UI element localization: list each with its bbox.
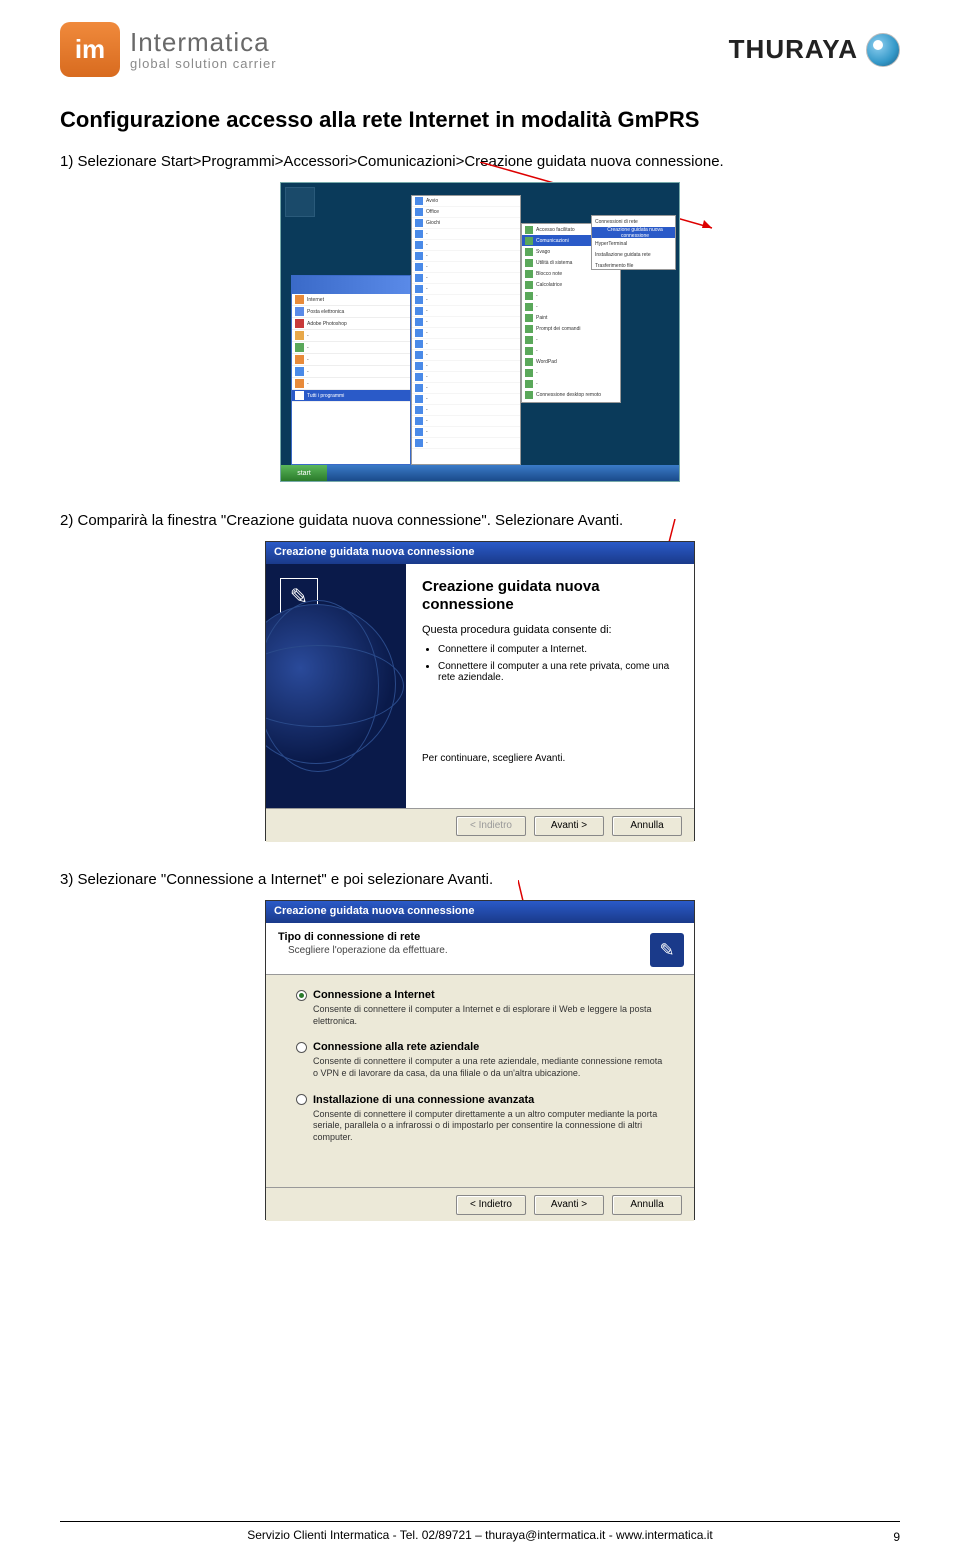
list-item[interactable]: Paint	[522, 312, 620, 323]
wizard-step-sub: Scegliere l'operazione da effettuare.	[288, 945, 682, 956]
radio-icon[interactable]	[296, 1094, 307, 1105]
list-item[interactable]: -	[412, 251, 520, 262]
page-number: 9	[893, 1530, 900, 1544]
page-header: im Intermatica global solution carrier T…	[60, 22, 900, 77]
list-item[interactable]: -	[522, 334, 620, 345]
start-menu-panel: Internet Posta elettronica Adobe Photosh…	[291, 275, 411, 465]
intermatica-logo: im Intermatica global solution carrier	[60, 22, 277, 77]
list-item[interactable]: HyperTerminal	[592, 238, 675, 249]
window-titlebar: Creazione guidata nuova connessione	[266, 542, 694, 564]
footer-text: Servizio Clienti Intermatica - Tel. 02/8…	[247, 1528, 712, 1542]
thuraya-globe-icon	[866, 33, 900, 67]
list-item[interactable]: -	[412, 361, 520, 372]
option-label: Installazione di una connessione avanzat…	[313, 1094, 534, 1106]
radio-icon[interactable]	[296, 1042, 307, 1053]
screenshot3-wrap: Creazione guidata nuova connessione Tipo…	[60, 900, 900, 1220]
list-item[interactable]: -	[412, 306, 520, 317]
wizard-subtext: Questa procedura guidata consente di:	[422, 624, 678, 636]
list-item[interactable]: -	[412, 416, 520, 427]
list-item[interactable]: -	[412, 328, 520, 339]
wizard-button-row: < Indietro Avanti > Annulla	[266, 1187, 694, 1221]
programs-submenu: Avvio Office Giochi - - - - - - - - - - …	[411, 195, 521, 465]
option-label: Connessione a Internet	[313, 989, 435, 1001]
wizard-continue-text: Per continuare, scegliere Avanti.	[422, 753, 678, 764]
intermatica-tagline: global solution carrier	[130, 57, 277, 71]
wizard-welcome-window: Creazione guidata nuova connessione ✎ Cr…	[265, 541, 695, 841]
back-button[interactable]: < Indietro	[456, 1195, 526, 1215]
list-item[interactable]: Installazione guidata rete	[592, 249, 675, 260]
list-item[interactable]: Avvio	[412, 196, 520, 207]
option-desc: Consente di connettere il computer a Int…	[313, 1004, 664, 1027]
thuraya-text: THURAYA	[729, 34, 858, 65]
cancel-button[interactable]: Annulla	[612, 1195, 682, 1215]
cancel-button[interactable]: Annulla	[612, 816, 682, 836]
page-footer: Servizio Clienti Intermatica - Tel. 02/8…	[60, 1521, 900, 1542]
comunicazioni-submenu: Connessioni di rete Creazione guidata nu…	[591, 215, 676, 270]
list-item[interactable]: -	[412, 405, 520, 416]
wizard-sidebar: ✎	[266, 564, 406, 808]
start-menu-programmi[interactable]: Tutti i programmi	[292, 390, 410, 402]
option-desc: Consente di connettere il computer diret…	[313, 1109, 664, 1144]
list-item[interactable]: -	[412, 262, 520, 273]
back-button: < Indietro	[456, 816, 526, 836]
screenshot1-wrap: Internet Posta elettronica Adobe Photosh…	[60, 182, 900, 482]
list-item[interactable]: -	[412, 427, 520, 438]
list-item[interactable]: -	[412, 295, 520, 306]
intermatica-icon: im	[60, 22, 120, 77]
list-item[interactable]: -	[412, 229, 520, 240]
list-item[interactable]: Trasferimento file	[592, 260, 675, 271]
list-item[interactable]: -	[412, 372, 520, 383]
list-item[interactable]: -	[412, 273, 520, 284]
start-button[interactable]: start	[281, 465, 327, 481]
next-button[interactable]: Avanti >	[534, 816, 604, 836]
window-titlebar: Creazione guidata nuova connessione	[266, 901, 694, 923]
wizard-type-window: Creazione guidata nuova connessione Tipo…	[265, 900, 695, 1220]
list-item[interactable]: -	[412, 394, 520, 405]
list-item[interactable]: -	[412, 438, 520, 449]
list-item[interactable]: -	[522, 345, 620, 356]
wizard-bullet: Connettere il computer a Internet.	[438, 644, 678, 655]
list-item[interactable]: Connessione desktop remoto	[522, 389, 620, 400]
radio-icon[interactable]	[296, 990, 307, 1001]
list-item[interactable]: -	[412, 240, 520, 251]
list-item[interactable]: -	[412, 317, 520, 328]
wizard-bullet: Connettere il computer a una rete privat…	[438, 661, 678, 683]
list-item[interactable]: -	[412, 383, 520, 394]
step3-text: 3) Selezionare "Connessione a Internet" …	[60, 869, 900, 890]
screenshot2-wrap: Creazione guidata nuova connessione ✎ Cr…	[60, 541, 900, 841]
list-item[interactable]: -	[522, 378, 620, 389]
list-item[interactable]: -	[412, 350, 520, 361]
desktop-icon	[285, 187, 315, 217]
list-item[interactable]: -	[522, 367, 620, 378]
list-item[interactable]: Prompt dei comandi	[522, 323, 620, 334]
page-title: Configurazione accesso alla rete Interne…	[60, 107, 900, 133]
list-item[interactable]: Office	[412, 207, 520, 218]
list-item[interactable]: -	[412, 339, 520, 350]
option-aziendale[interactable]: Connessione alla rete aziendale Consente…	[296, 1041, 664, 1079]
wizard-button-row: < Indietro Avanti > Annulla	[266, 808, 694, 842]
list-item[interactable]: Connessioni di rete	[592, 216, 675, 227]
list-item[interactable]: -	[522, 290, 620, 301]
intermatica-name: Intermatica	[130, 28, 277, 57]
screenshot-start-menu: Internet Posta elettronica Adobe Photosh…	[280, 182, 680, 482]
list-item[interactable]: -	[522, 301, 620, 312]
list-item[interactable]: -	[412, 284, 520, 295]
wizard-heading: Creazione guidata nuova connessione	[422, 578, 678, 614]
step1-text: 1) Selezionare Start>Programmi>Accessori…	[60, 151, 900, 172]
option-avanzata[interactable]: Installazione di una connessione avanzat…	[296, 1094, 664, 1144]
wizard-header-icon: ✎	[650, 933, 684, 967]
creazione-guidata-item[interactable]: Creazione guidata nuova connessione	[592, 227, 675, 238]
taskbar	[281, 465, 679, 481]
option-internet[interactable]: Connessione a Internet Consente di conne…	[296, 989, 664, 1027]
option-label: Connessione alla rete aziendale	[313, 1041, 479, 1053]
wizard-header: Tipo di connessione di rete Scegliere l'…	[266, 923, 694, 975]
wizard-step-title: Tipo di connessione di rete	[278, 931, 682, 943]
option-desc: Consente di connettere il computer a una…	[313, 1056, 664, 1079]
step2-text: 2) Comparirà la finestra "Creazione guid…	[60, 510, 900, 531]
list-item[interactable]: WordPad	[522, 356, 620, 367]
list-item[interactable]: Calcolatrice	[522, 279, 620, 290]
thuraya-logo: THURAYA	[729, 33, 900, 67]
next-button[interactable]: Avanti >	[534, 1195, 604, 1215]
list-item[interactable]: Giochi	[412, 218, 520, 229]
